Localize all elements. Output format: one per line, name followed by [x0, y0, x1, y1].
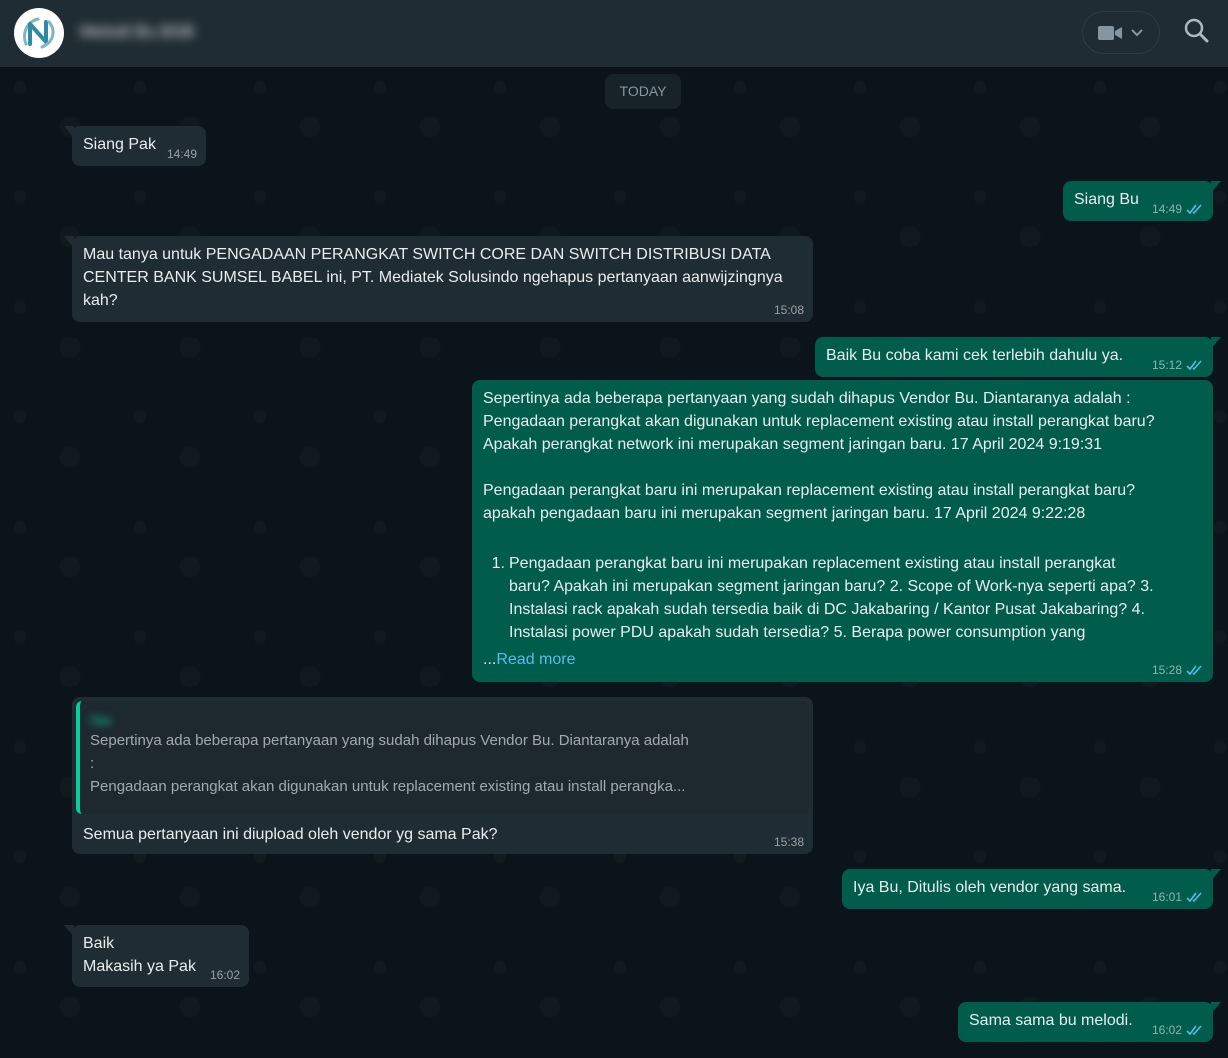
message-outgoing-long[interactable]: Sepertinya ada beberapa pertanyaan yang … [472, 380, 1213, 682]
message-line: baru? Apakah ini merupakan segment jarin… [509, 578, 1154, 595]
chat-header: Melodi Bu BSB [0, 0, 1228, 67]
quoted-line: Sepertinya ada beberapa pertanyaan yang … [90, 732, 689, 749]
search-icon [1184, 18, 1209, 43]
message-line: Pengadaan perangkat baru ini merupakan r… [483, 482, 1135, 499]
message-text: Siang Pak [83, 136, 156, 153]
message-line: Baik [83, 935, 115, 952]
message-incoming[interactable]: Siang Pak 14:49 [64, 126, 206, 166]
message-time: 16:01 [1151, 890, 1182, 904]
quoted-line: Pengadaan perangkat akan digunakan untuk… [90, 778, 686, 795]
message-line: Apakah perangkat network ini merupakan s… [483, 436, 1103, 453]
message-line: Instalasi rack apakah sudah tersedia bai… [509, 601, 1145, 618]
quoted-message[interactable]: Nia Sepertinya ada beberapa pertanyaan y… [76, 701, 809, 814]
message-time: 15:38 [773, 835, 804, 849]
message-meta: 14:49 [1152, 202, 1204, 216]
message-time: 14:49 [1151, 202, 1182, 216]
message-incoming-reply[interactable]: Nia Sepertinya ada beberapa pertanyaan y… [72, 697, 813, 854]
double-check-icon [1186, 360, 1202, 371]
double-check-icon [1186, 665, 1202, 676]
message-outgoing[interactable]: Siang Bu 14:49 [1063, 181, 1221, 221]
message-line: Mau tanya untuk PENGADAAN PERANGKAT SWIT… [83, 246, 771, 263]
message-text: Iya Bu, Ditulis oleh vendor yang sama. [853, 879, 1127, 896]
message-text: Siang Bu [1074, 191, 1139, 208]
message-outgoing[interactable]: Sama sama bu melodi. 16:02 [958, 1002, 1221, 1042]
video-call-button[interactable] [1082, 11, 1160, 54]
message-time: 16:02 [209, 968, 240, 982]
message-line: Pengadaan perangkat baru ini merupakan r… [509, 555, 1116, 572]
message-time: 15:28 [1151, 663, 1182, 677]
date-chip: TODAY [605, 74, 681, 109]
read-more-link[interactable]: Read more [496, 651, 575, 668]
quoted-author: Nia [90, 712, 112, 728]
contact-avatar[interactable] [14, 8, 64, 58]
message-outgoing[interactable]: Baik Bu coba kami cek terlebih dahulu ya… [815, 337, 1221, 377]
message-outgoing[interactable]: Iya Bu, Ditulis oleh vendor yang sama. 1… [842, 869, 1221, 909]
ellipsis: ... [483, 651, 497, 668]
message-text: Semua pertanyaan ini diupload oleh vendo… [83, 826, 498, 843]
chat-panel[interactable]: TODAY Siang Pak 14:49 Siang Bu 14:49 Mau… [0, 67, 1228, 1058]
message-text: Sama sama bu melodi. [969, 1012, 1133, 1029]
contact-name[interactable]: Melodi Bu BSB [80, 22, 194, 42]
message-meta: 16:02 [1152, 1023, 1204, 1037]
double-check-icon [1186, 892, 1202, 903]
brand-logo-icon [23, 17, 55, 49]
message-line: CENTER BANK SUMSEL BABEL ini, PT. Mediat… [83, 269, 783, 286]
message-incoming[interactable]: Mau tanya untuk PENGADAAN PERANGKAT SWIT… [64, 236, 813, 322]
double-check-icon [1186, 1025, 1202, 1036]
message-meta: 16:01 [1152, 890, 1204, 904]
list-number: 1. [491, 555, 505, 572]
message-line: Sepertinya ada beberapa pertanyaan yang … [483, 390, 1131, 407]
numbered-list-item: 1. Pengadaan perangkat baru ini merupaka… [483, 552, 1202, 644]
video-camera-icon [1098, 26, 1122, 40]
message-time: 16:02 [1151, 1023, 1182, 1037]
message-meta: 15:12 [1152, 358, 1204, 372]
chevron-down-icon [1131, 29, 1143, 37]
message-text: Baik Bu coba kami cek terlebih dahulu ya… [826, 347, 1124, 364]
message-incoming[interactable]: Baik Makasih ya Pak 16:02 [64, 925, 249, 987]
double-check-icon [1186, 204, 1202, 215]
quoted-line: : [90, 755, 95, 772]
message-line: Instalasi power PDU apakah sudah tersedi… [509, 624, 1086, 641]
search-button[interactable] [1180, 14, 1214, 48]
message-time: 14:49 [166, 147, 197, 161]
message-line: kah? [83, 292, 118, 309]
message-time: 15:08 [773, 303, 804, 317]
message-time: 15:12 [1151, 358, 1182, 372]
message-line: apakah pengadaan baru ini merupakan segm… [483, 505, 1086, 522]
message-line: Pengadaan perangkat akan digunakan untuk… [483, 413, 1155, 430]
message-meta: 15:28 [1152, 663, 1204, 677]
